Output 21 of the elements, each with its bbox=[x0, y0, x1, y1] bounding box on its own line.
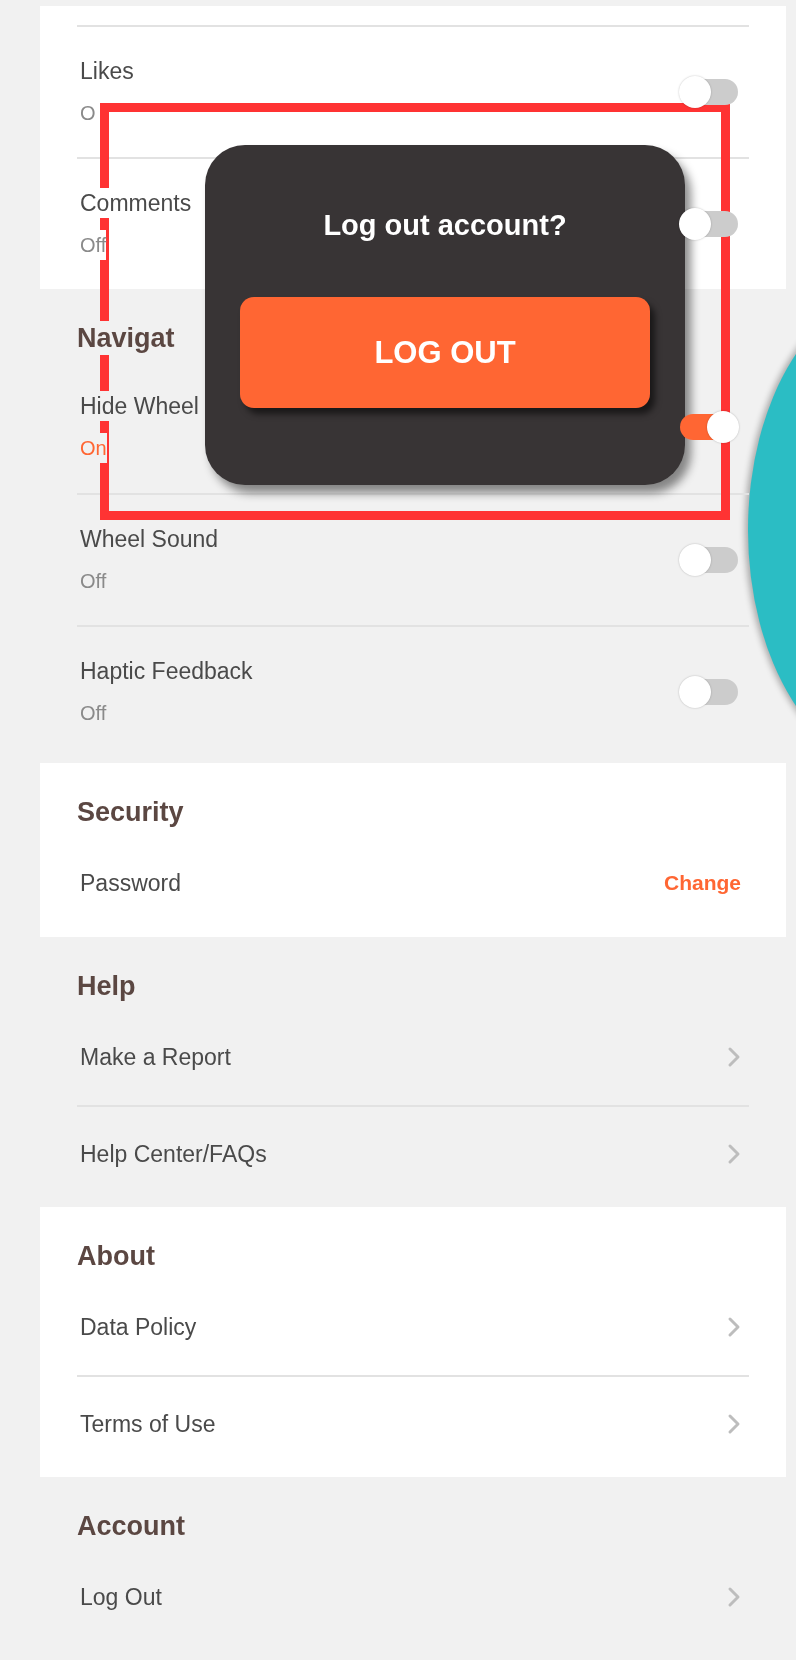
setting-status: On bbox=[80, 433, 107, 463]
toggle-switch[interactable] bbox=[679, 208, 739, 240]
toggle-switch[interactable] bbox=[679, 676, 739, 708]
setting-label: Password bbox=[80, 869, 181, 898]
setting-label: Hide Wheel bbox=[80, 391, 199, 421]
menu-item-label[interactable]: Help Center/FAQs bbox=[80, 1139, 267, 1169]
toggle-switch[interactable] bbox=[679, 76, 739, 108]
setting-label: Comments bbox=[80, 188, 192, 218]
toggle-switch[interactable] bbox=[679, 411, 739, 443]
menu-item-label[interactable]: Data Policy bbox=[80, 1312, 197, 1342]
menu-item-label[interactable]: Log Out bbox=[80, 1582, 162, 1612]
toggle-switch[interactable] bbox=[679, 544, 739, 576]
chevron-right-icon bbox=[727, 1046, 741, 1068]
menu-item-label[interactable]: Terms of Use bbox=[80, 1409, 216, 1439]
section-heading: Navigat bbox=[77, 321, 175, 355]
chevron-right-icon bbox=[727, 1413, 741, 1435]
chevron-right-icon bbox=[727, 1586, 741, 1608]
chevron-right-icon bbox=[727, 1143, 741, 1165]
chevron-right-icon bbox=[727, 1316, 741, 1338]
menu-item-label[interactable]: Make a Report bbox=[80, 1042, 231, 1072]
dialog-title: Log out account? bbox=[323, 208, 567, 243]
